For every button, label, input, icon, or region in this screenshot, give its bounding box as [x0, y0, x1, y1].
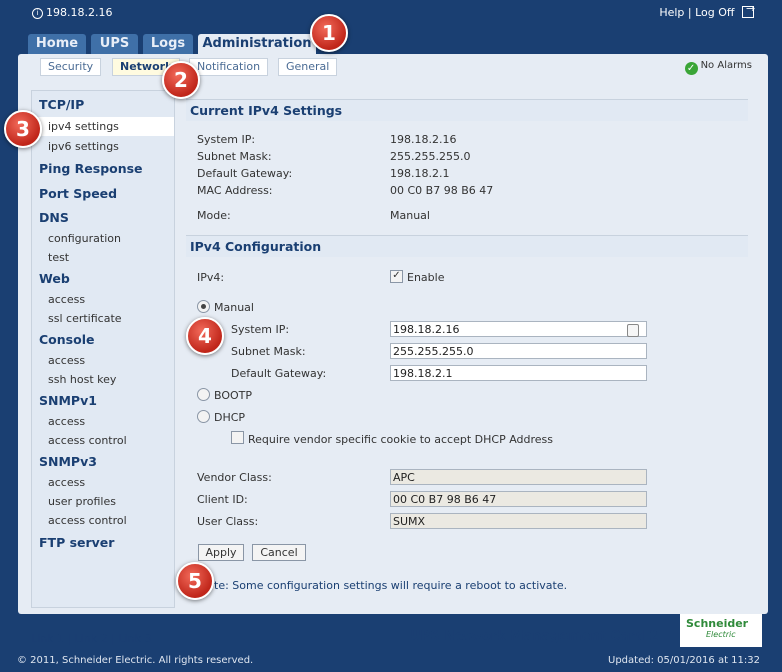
vendor-cookie-label: Require vendor specific cookie to accept…: [248, 433, 554, 446]
client-id-field: 00 C0 B7 98 B6 47: [390, 491, 647, 507]
copyright: © 2011, Schneider Electric. All rights r…: [17, 655, 254, 666]
sidebar-item-port-speed[interactable]: Port Speed: [39, 186, 117, 201]
current-gateway-value: 198.18.2.1: [390, 167, 450, 180]
manual-radio[interactable]: [197, 300, 210, 313]
sidebar-item-ssh-host-key[interactable]: ssh host key: [48, 373, 116, 386]
sidebar-item-snmpv3-access[interactable]: access: [48, 476, 85, 489]
ipv4-enable-label: Enable: [407, 271, 445, 284]
sidebar-item-console-access[interactable]: access: [48, 354, 85, 367]
main-frame: Security Network Notification General ✓ N…: [18, 54, 768, 647]
manual-label: Manual: [214, 301, 254, 314]
apply-button[interactable]: Apply: [198, 544, 244, 561]
config-system-ip-label: System IP:: [231, 323, 290, 336]
vendor-class-field: APC: [390, 469, 647, 485]
client-id-label: Client ID:: [197, 493, 248, 506]
tab-ups[interactable]: UPS: [91, 34, 138, 54]
lock-icon: [627, 324, 639, 337]
current-system-ip-label: System IP:: [197, 133, 256, 146]
current-mode-label: Mode:: [197, 209, 231, 222]
sidebar-item-ipv4-settings[interactable]: ipv4 settings: [48, 120, 119, 133]
callout-badge-4: 4: [186, 317, 224, 355]
sidebar-item-ftp-server[interactable]: FTP server: [39, 535, 114, 550]
sidebar: TCP/IP ipv4 settings ipv6 settings Ping …: [31, 90, 175, 608]
sidebar-item-snmpv3-access-control[interactable]: access control: [48, 514, 127, 527]
checkmark-icon: ✓: [684, 62, 698, 75]
sidebar-item-dns[interactable]: DNS: [39, 210, 69, 225]
dhcp-label: DHCP: [214, 411, 246, 424]
current-mac-label: MAC Address:: [197, 184, 273, 197]
subtab-security[interactable]: Security: [40, 58, 102, 76]
default-gateway-input[interactable]: 198.18.2.1: [390, 365, 647, 381]
config-subnet-label: Subnet Mask:: [231, 345, 306, 358]
sidebar-item-snmpv1-access[interactable]: access: [48, 415, 85, 428]
config-gateway-label: Default Gateway:: [231, 367, 327, 380]
schneider-logo: Schneider Electric: [680, 614, 762, 647]
top-bar: i 198.18.2.16 Help | Log Off: [0, 0, 782, 30]
sidebar-item-dns-test[interactable]: test: [48, 251, 69, 264]
current-system-ip-value: 198.18.2.16: [390, 133, 457, 146]
product-title: UPS Network Management Card 2: [410, 629, 659, 644]
vendor-class-label: Vendor Class:: [197, 471, 272, 484]
user-class-field: SUMX: [390, 513, 647, 529]
sidebar-item-snmpv1[interactable]: SNMPv1: [39, 393, 97, 408]
system-ip-input[interactable]: 198.18.2.16: [390, 321, 647, 337]
alarm-status: ✓ No Alarms: [684, 60, 752, 75]
tab-logs[interactable]: Logs: [143, 34, 193, 54]
vendor-cookie-checkbox[interactable]: [231, 431, 244, 444]
bootp-label: BOOTP: [214, 389, 253, 402]
subnet-mask-input[interactable]: 255.255.255.0: [390, 343, 647, 359]
sidebar-item-console[interactable]: Console: [39, 332, 94, 347]
sub-navigation: Security Network Notification General ✓ N…: [18, 54, 768, 80]
cancel-button[interactable]: Cancel: [252, 544, 306, 561]
current-subnet-label: Subnet Mask:: [197, 150, 272, 163]
current-subnet-value: 255.255.255.0: [390, 150, 471, 163]
ipv4-enable-checkbox[interactable]: ✓: [390, 270, 403, 283]
ipv4-label: IPv4:: [197, 271, 225, 284]
sidebar-item-web-access[interactable]: access: [48, 293, 85, 306]
sidebar-item-tcpip[interactable]: TCP/IP: [39, 97, 84, 112]
sidebar-item-user-profiles[interactable]: user profiles: [48, 495, 116, 508]
tab-home[interactable]: Home: [28, 34, 86, 54]
sidebar-item-dns-configuration[interactable]: configuration: [48, 232, 121, 245]
sidebar-item-web[interactable]: Web: [39, 271, 70, 286]
callout-badge-3: 3: [4, 110, 42, 148]
content-panel: Current IPv4 Settings System IP: 198.18.…: [186, 96, 748, 596]
bottom-bar: © 2011, Schneider Electric. All rights r…: [0, 650, 782, 672]
footer-links: Link 1 | Link 2 | Link 3: [31, 632, 152, 645]
updated-timestamp: Updated: 05/01/2016 at 11:32: [608, 655, 760, 666]
sidebar-item-ssl-certificate[interactable]: ssl certificate: [48, 312, 122, 325]
dhcp-radio[interactable]: [197, 410, 210, 423]
bootp-radio[interactable]: [197, 388, 210, 401]
reboot-note: te: Some configuration settings will req…: [214, 579, 568, 592]
info-icon: i: [32, 8, 43, 19]
current-gateway-label: Default Gateway:: [197, 167, 293, 180]
device-ip: i 198.18.2.16: [32, 6, 112, 19]
sidebar-item-snmpv1-access-control[interactable]: access control: [48, 434, 127, 447]
sidebar-item-snmpv3[interactable]: SNMPv3: [39, 454, 97, 469]
top-links: Help | Log Off: [659, 2, 755, 19]
sidebar-item-ping-response[interactable]: Ping Response: [39, 161, 143, 176]
logoff-link[interactable]: Log Off: [695, 6, 734, 19]
callout-badge-1: 1: [310, 14, 348, 52]
footer-link-1[interactable]: Link 1: [31, 632, 64, 645]
current-settings-heading: Current IPv4 Settings: [186, 99, 748, 121]
current-mode-value: Manual: [390, 209, 430, 222]
help-link[interactable]: Help: [659, 6, 684, 19]
current-mac-value: 00 C0 B7 98 B6 47: [390, 184, 494, 197]
footer-link-2[interactable]: Link 2: [75, 632, 108, 645]
callout-badge-5: 5: [176, 562, 214, 600]
sidebar-item-ipv6-settings[interactable]: ipv6 settings: [48, 140, 119, 153]
user-class-label: User Class:: [197, 515, 259, 528]
subtab-general[interactable]: General: [278, 58, 338, 76]
footer-link-3[interactable]: Link 3: [119, 632, 152, 645]
callout-badge-2: 2: [162, 61, 200, 99]
subtab-notification[interactable]: Notification: [189, 58, 269, 76]
ipv4-configuration-heading: IPv4 Configuration: [186, 235, 748, 257]
tab-administration[interactable]: Administration: [198, 34, 316, 54]
logoff-icon[interactable]: [742, 2, 755, 18]
